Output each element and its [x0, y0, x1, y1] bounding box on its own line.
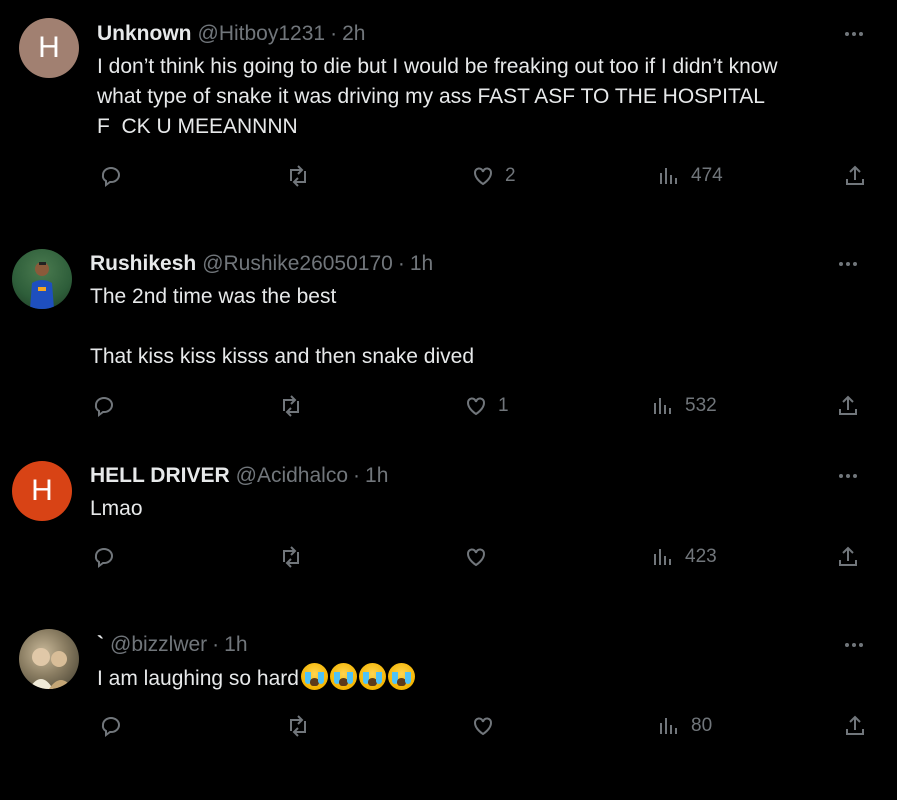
views-button[interactable]: 474: [657, 161, 723, 191]
view-count: 532: [685, 395, 717, 416]
like-count: 2: [505, 165, 516, 186]
avatar[interactable]: [12, 249, 72, 309]
reply-icon: [94, 548, 113, 568]
more-icon[interactable]: [841, 635, 867, 655]
user-handle[interactable]: @Rushike26050170: [202, 251, 393, 277]
loudly-crying-face-icon: [300, 663, 328, 690]
timestamp[interactable]: 1h: [410, 251, 433, 277]
heart-icon: [474, 717, 492, 736]
tweet-2[interactable]: Rushikesh @Rushike26050170 · 1h The 2nd …: [0, 230, 897, 440]
tweet-1[interactable]: H Unknown @Hitboy1231 · 2h I don’t think…: [0, 0, 897, 210]
timestamp[interactable]: 2h: [342, 21, 365, 47]
loudly-crying-face-icon: [387, 663, 415, 690]
display-name[interactable]: Rushikesh: [90, 251, 196, 277]
retweet-icon: [283, 395, 299, 417]
reply-icon: [94, 397, 113, 417]
timestamp[interactable]: 1h: [224, 632, 247, 658]
separator-dot: ·: [397, 252, 405, 275]
avatar-letter: H: [31, 474, 53, 507]
like-button[interactable]: 2: [471, 161, 516, 191]
user-handle[interactable]: @Acidhalco: [236, 463, 348, 489]
share-icon: [839, 395, 857, 415]
retweet-icon: [283, 546, 299, 568]
heart-icon: [467, 548, 485, 567]
tweet-text: I am laughing so hard: [97, 667, 299, 690]
views-icon: [660, 168, 677, 184]
share-icon: [846, 165, 864, 185]
heart-icon: [467, 397, 485, 416]
reply-icon: [101, 167, 120, 187]
display-name[interactable]: HELL DRIVER: [90, 463, 230, 489]
retweet-button[interactable]: [286, 711, 310, 741]
like-button[interactable]: 1: [464, 391, 509, 421]
views-icon: [654, 549, 671, 565]
like-button[interactable]: [464, 542, 498, 572]
tweet-text: The 2nd time was the best That kiss kiss…: [90, 285, 475, 368]
action-bar: 2 474: [0, 161, 897, 191]
user-handle[interactable]: @bizzlwer: [110, 632, 207, 658]
avatar[interactable]: [19, 629, 79, 689]
views-button[interactable]: 532: [651, 391, 717, 421]
more-icon[interactable]: [841, 24, 867, 44]
retweet-icon: [290, 715, 306, 737]
tweet-text: Lmao: [90, 497, 143, 520]
display-name[interactable]: `: [97, 632, 104, 658]
views-icon: [660, 718, 677, 734]
loudly-crying-face-icon: [358, 663, 386, 690]
reply-button[interactable]: [92, 542, 116, 572]
separator-dot: ·: [330, 22, 338, 45]
avatar[interactable]: H: [12, 461, 72, 521]
share-button[interactable]: [836, 391, 860, 421]
avatar-photo: [30, 262, 54, 309]
timestamp[interactable]: 1h: [365, 463, 388, 489]
views-button[interactable]: 80: [657, 711, 712, 741]
action-bar: 80: [0, 711, 897, 741]
avatar[interactable]: H: [19, 18, 79, 78]
separator-dot: ·: [353, 464, 361, 487]
view-count: 474: [691, 165, 723, 186]
separator-dot: ·: [212, 633, 220, 656]
avatar-letter: H: [38, 31, 60, 64]
tweet-text: I don’t think his going to die but I wou…: [97, 55, 778, 138]
loudly-crying-face-icon: [329, 663, 357, 690]
share-button[interactable]: [836, 542, 860, 572]
heart-icon: [474, 167, 492, 186]
retweet-button[interactable]: [286, 161, 310, 191]
reply-button[interactable]: [99, 711, 123, 741]
display-name[interactable]: Unknown: [97, 21, 192, 47]
action-bar: 1 532: [0, 391, 897, 421]
more-icon[interactable]: [835, 254, 861, 274]
reply-icon: [101, 717, 120, 737]
share-icon: [839, 546, 857, 566]
tweet-3[interactable]: H HELL DRIVER @Acidhalco · 1h Lmao 423: [0, 442, 897, 592]
like-button[interactable]: [471, 711, 505, 741]
like-count: 1: [498, 395, 509, 416]
reply-button[interactable]: [92, 391, 116, 421]
retweet-icon: [290, 165, 306, 187]
retweet-button[interactable]: [279, 391, 303, 421]
action-bar: 423: [0, 542, 897, 572]
more-icon[interactable]: [835, 466, 861, 486]
views-button[interactable]: 423: [651, 542, 717, 572]
view-count: 423: [685, 546, 717, 567]
share-icon: [846, 715, 864, 735]
views-icon: [654, 398, 671, 414]
user-handle[interactable]: @Hitboy1231: [198, 21, 326, 47]
tweet-text-container: I am laughing so hard: [97, 663, 877, 694]
share-button[interactable]: [843, 161, 867, 191]
retweet-button[interactable]: [279, 542, 303, 572]
avatar-photo: [29, 648, 73, 689]
share-button[interactable]: [843, 711, 867, 741]
view-count: 80: [691, 715, 713, 736]
reply-button[interactable]: [99, 161, 123, 191]
tweet-4[interactable]: ` @bizzlwer · 1h I am laughing so hard 8…: [0, 611, 897, 800]
